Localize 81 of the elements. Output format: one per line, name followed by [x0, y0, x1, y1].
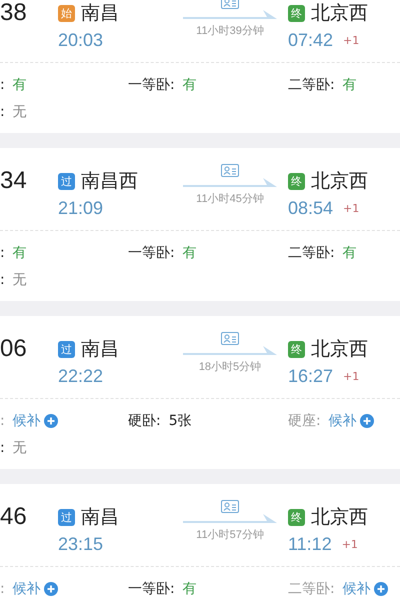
seat-availability: 无 — [12, 270, 27, 288]
seat-class-label: : — [0, 76, 5, 92]
arrival-station: 北京西 — [311, 337, 368, 362]
departure-station: 南昌 — [81, 1, 119, 26]
train-card[interactable]: 34 过 南昌西 21:09 11小时45分钟 终 北京西 08:54 +1 : 有 一等卧: 有 二等卧: 有 : 无 — [0, 148, 400, 301]
seat-class-label: : — [0, 272, 5, 288]
departure-station: 南昌 — [81, 505, 119, 530]
seat-class-label: : — [0, 412, 5, 428]
train-number: 06 — [0, 336, 28, 362]
departure-station: 南昌西 — [81, 169, 138, 194]
add-icon[interactable] — [44, 582, 58, 596]
arrival-time: 16:27 — [288, 366, 334, 387]
seat-availability: 有 — [182, 244, 197, 262]
seat-class-label: 一等卧: — [128, 244, 175, 262]
seat-class-label: 二等卧: — [288, 244, 335, 262]
seat-class-label: 硬座: — [288, 412, 321, 430]
arrow-icon — [183, 10, 277, 20]
seat-availability: 候补 — [12, 580, 41, 598]
id-card-icon — [221, 164, 239, 177]
seat-class-label: 一等卧: — [128, 580, 175, 598]
seat-class-label: : — [0, 244, 5, 260]
station-badge: 过 — [58, 508, 75, 526]
arrival-station: 北京西 — [311, 1, 368, 26]
seat-class-label: 二等卧: — [288, 76, 335, 94]
next-day-mark: +1 — [343, 202, 360, 215]
seat-availability: 无 — [12, 438, 27, 456]
add-icon[interactable] — [360, 414, 374, 428]
seat-availability: 有 — [12, 244, 27, 262]
arrival-station: 北京西 — [311, 169, 368, 194]
station-badge: 过 — [58, 340, 75, 358]
seat-class-label: 一等卧: — [128, 76, 175, 94]
arrival-time: 11:12 — [288, 534, 332, 555]
departure-time: 22:22 — [58, 366, 104, 387]
next-day-mark: +1 — [343, 34, 360, 47]
train-number: 34 — [0, 168, 28, 194]
arrival-time: 07:42 — [288, 30, 334, 51]
seat-availability: 无 — [12, 102, 27, 120]
id-card-icon — [221, 500, 239, 513]
station-badge: 过 — [58, 172, 75, 190]
train-card[interactable]: 38 始 南昌 20:03 11小时39分钟 终 北京西 07:42 +1 : 有 一等卧: 有 二等卧: 有 : 无 — [0, 0, 400, 133]
travel-duration: 11小时57分钟 — [196, 528, 264, 542]
seat-availability: 有 — [182, 76, 197, 94]
seat-availability: 候补 — [12, 412, 41, 430]
seat-availability: 有 — [342, 244, 357, 262]
departure-time: 20:03 — [58, 30, 104, 51]
next-day-mark: +1 — [342, 538, 358, 551]
next-day-mark: +1 — [343, 370, 360, 383]
train-card[interactable]: 06 过 南昌 22:22 18小时5分钟 终 北京西 16:27 +1 : 候补 硬卧: 5张 硬座: 候补 : 无 — [0, 316, 400, 469]
station-badge: 终 — [288, 508, 305, 526]
station-badge: 终 — [288, 4, 305, 22]
train-card[interactable]: 46 过 南昌 23:15 11小时57分钟 终 北京西 11:12 +1 : 候补 一等卧: 有 二等卧: 候补 — [0, 484, 400, 601]
travel-duration: 18小时5分钟 — [198, 360, 262, 374]
seat-availability: 候补 — [342, 580, 371, 598]
seat-class-label: 二等卧: — [288, 580, 335, 598]
travel-duration: 11小时39分钟 — [196, 24, 264, 38]
seat-availability: 5张 — [168, 412, 192, 430]
seat-availability: 有 — [342, 76, 357, 94]
seat-availability: 有 — [12, 76, 27, 94]
arrow-icon — [183, 514, 277, 524]
travel-duration: 11小时45分钟 — [196, 192, 264, 206]
add-icon[interactable] — [374, 582, 388, 596]
seat-class-label: 硬卧: — [128, 412, 161, 430]
seat-availability: 候补 — [328, 412, 357, 430]
seat-class-label: : — [0, 440, 5, 456]
departure-station: 南昌 — [81, 337, 119, 362]
train-number: 46 — [0, 504, 28, 530]
arrow-icon — [183, 178, 277, 188]
seat-class-label: : — [0, 580, 5, 596]
station-badge: 终 — [288, 340, 305, 358]
station-badge: 始 — [58, 4, 75, 22]
departure-time: 21:09 — [58, 198, 104, 219]
arrival-station: 北京西 — [311, 505, 368, 530]
seat-class-label: : — [0, 104, 5, 120]
id-card-icon — [221, 332, 239, 345]
train-number: 38 — [0, 0, 28, 26]
departure-time: 23:15 — [58, 534, 104, 555]
seat-availability: 有 — [182, 580, 197, 598]
arrival-time: 08:54 — [288, 198, 334, 219]
station-badge: 终 — [288, 172, 305, 190]
arrow-icon — [183, 346, 277, 356]
add-icon[interactable] — [44, 414, 58, 428]
